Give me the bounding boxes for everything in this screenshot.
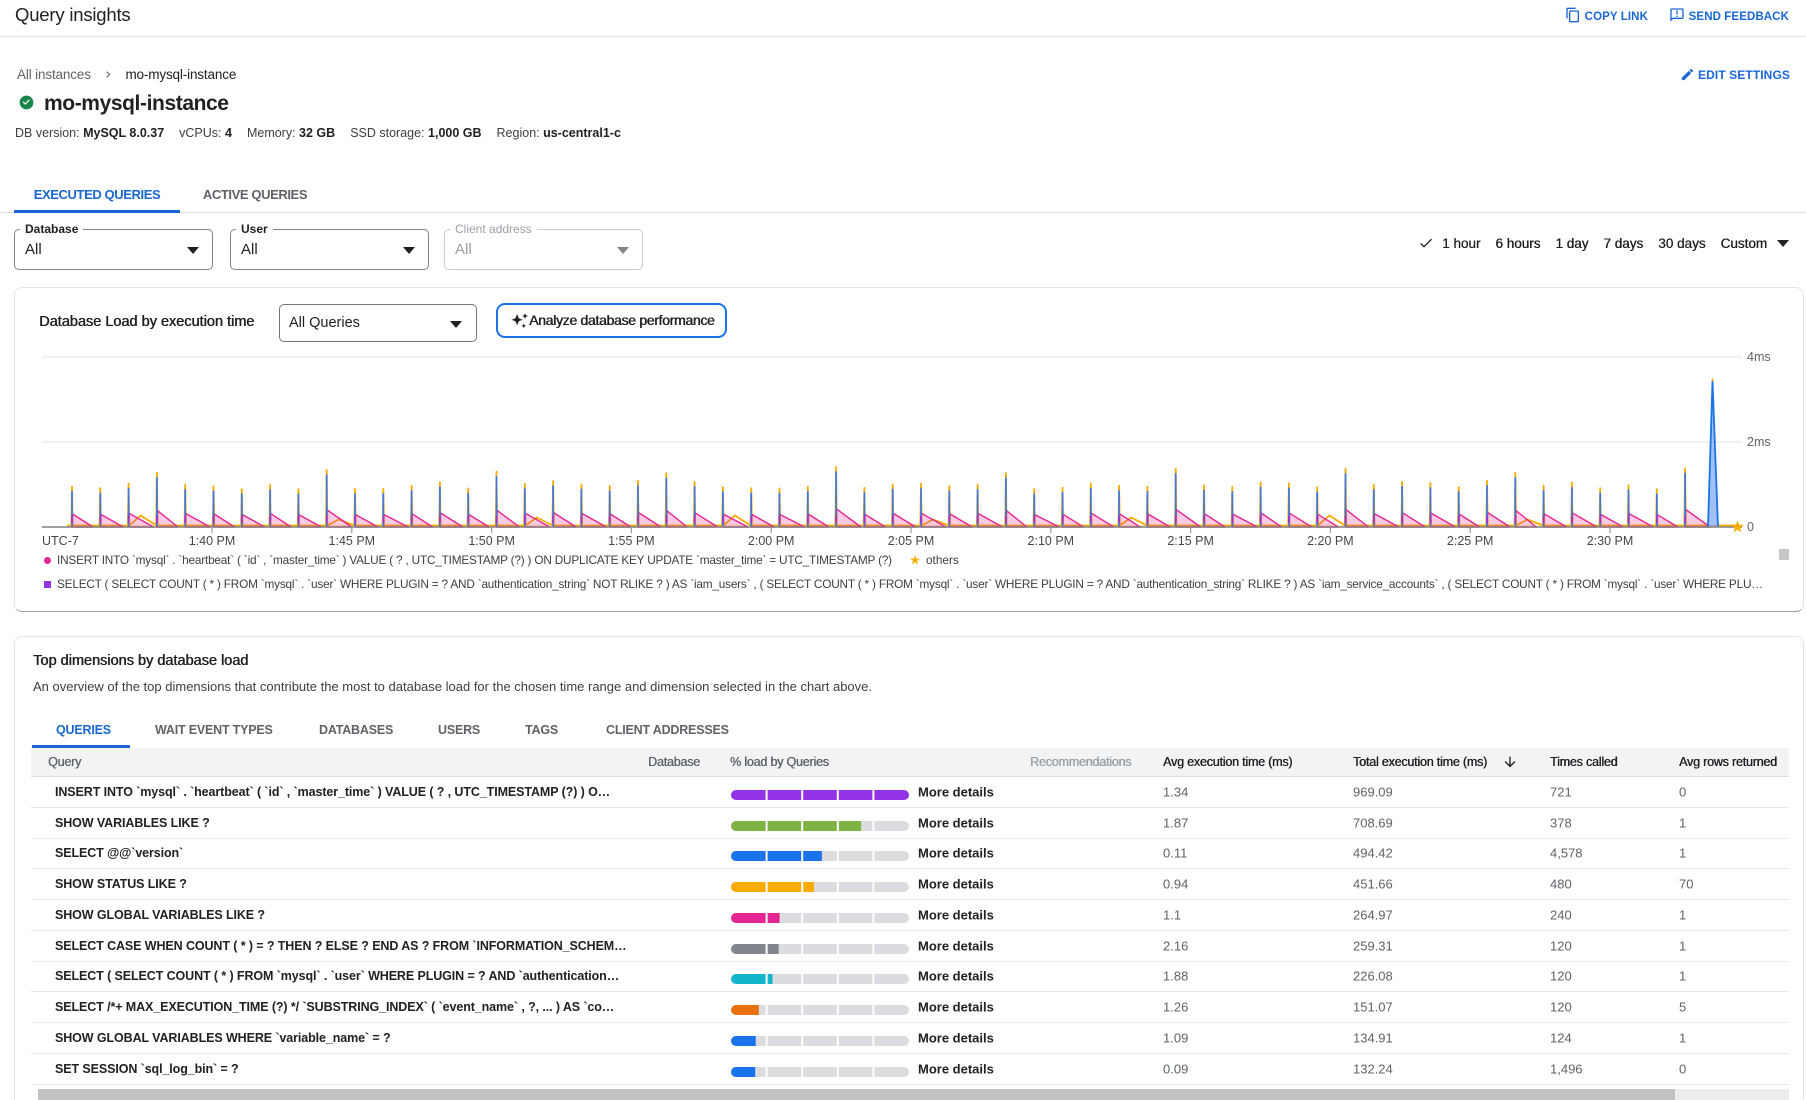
svg-text:2:30 PM: 2:30 PM	[1587, 534, 1634, 548]
svg-text:1:55 PM: 1:55 PM	[608, 534, 655, 548]
svg-text:0: 0	[1747, 520, 1754, 534]
svg-text:2:10 PM: 2:10 PM	[1028, 534, 1075, 548]
svg-text:2:00 PM: 2:00 PM	[748, 534, 795, 548]
svg-text:1:45 PM: 1:45 PM	[329, 534, 376, 548]
svg-text:UTC-7: UTC-7	[42, 534, 79, 548]
svg-text:4ms: 4ms	[1747, 350, 1771, 364]
svg-text:2ms: 2ms	[1747, 435, 1771, 449]
svg-text:2:15 PM: 2:15 PM	[1167, 534, 1214, 548]
svg-text:2:05 PM: 2:05 PM	[888, 534, 935, 548]
svg-text:1:50 PM: 1:50 PM	[468, 534, 515, 548]
svg-text:2:20 PM: 2:20 PM	[1307, 534, 1354, 548]
svg-text:2:25 PM: 2:25 PM	[1447, 534, 1494, 548]
svg-text:1:40 PM: 1:40 PM	[189, 534, 236, 548]
